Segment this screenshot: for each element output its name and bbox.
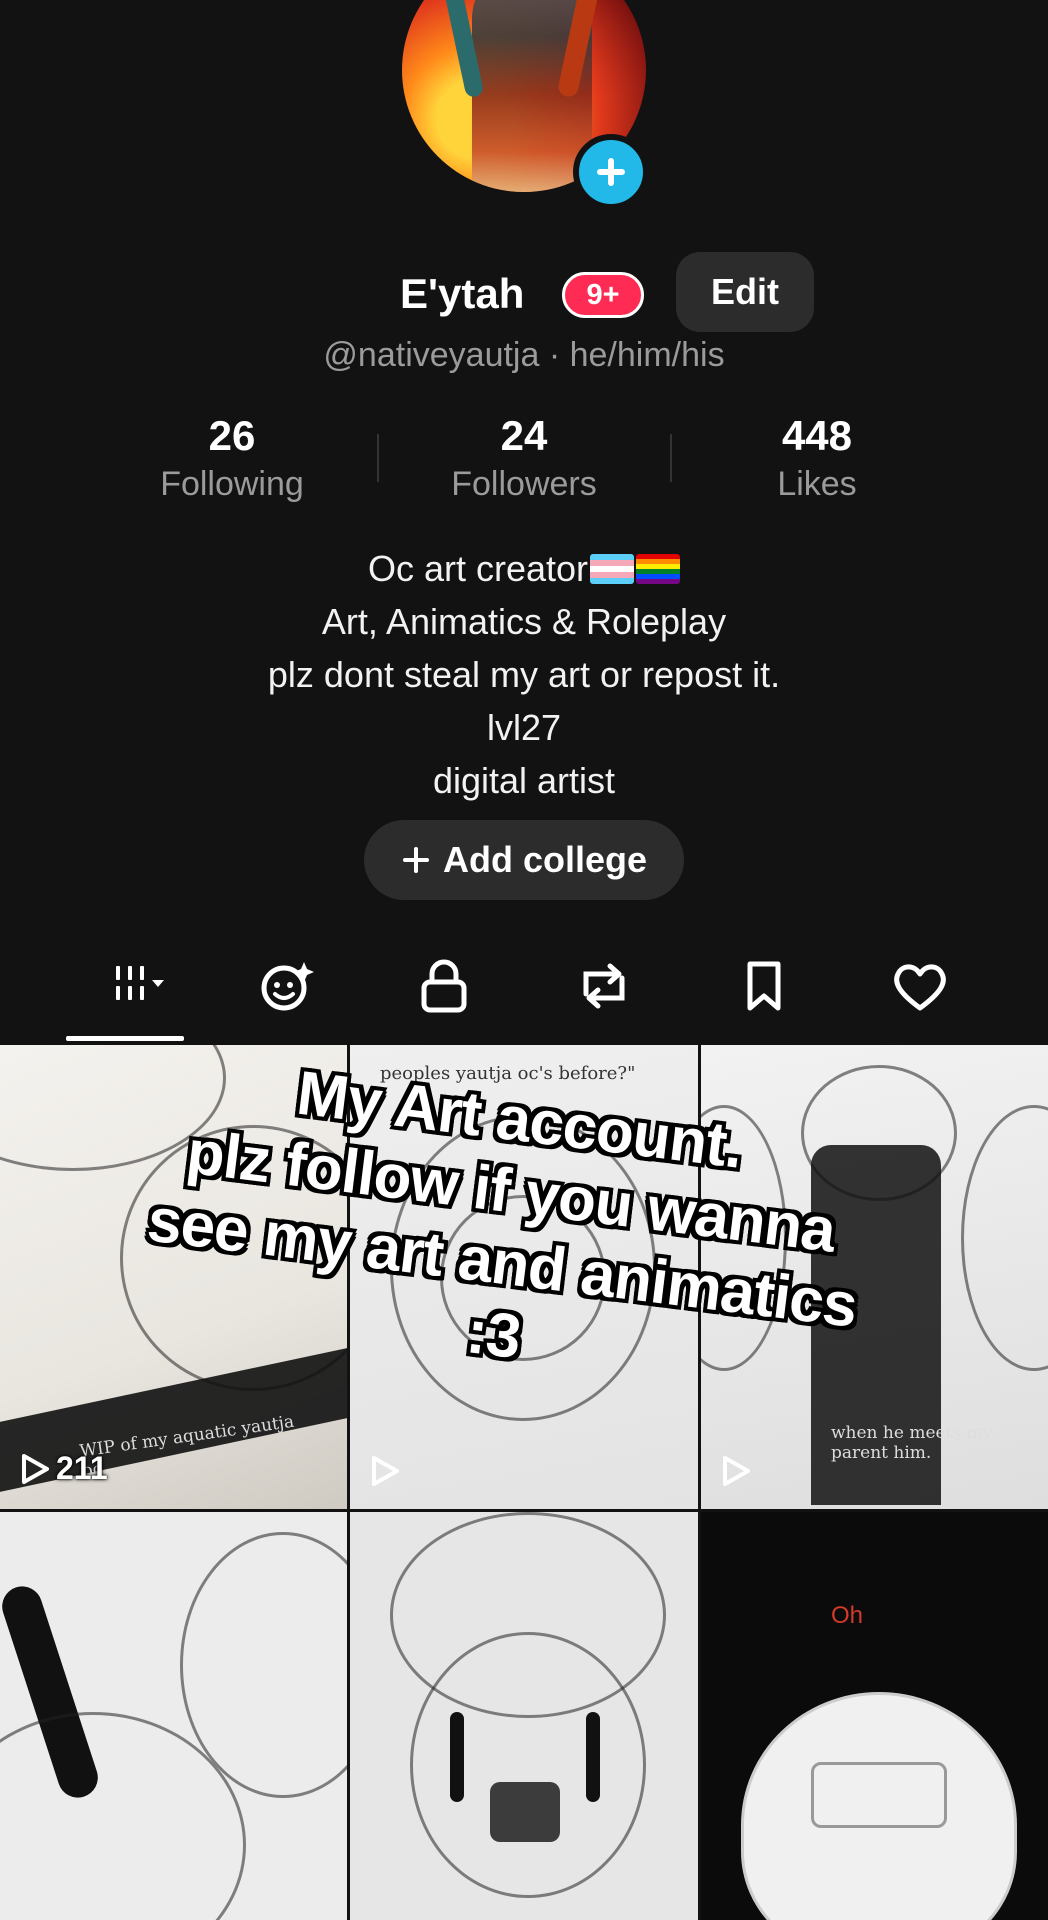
videos-grid-icon (116, 966, 164, 1000)
view-count (370, 1455, 400, 1487)
tab-liked[interactable] (870, 940, 970, 1032)
bio-line: digital artist (432, 760, 616, 801)
view-count-value: 211 (56, 1450, 108, 1486)
face-sparkle-icon (261, 962, 314, 1011)
plus-icon (402, 847, 429, 873)
video-thumbnail[interactable] (350, 1512, 698, 1920)
bio-line: Art, Animatics & Roleplay (321, 601, 727, 642)
play-icon (22, 1453, 49, 1484)
view-count (721, 1455, 751, 1487)
stat-value: 26 (208, 412, 256, 459)
stat-following[interactable]: 26 Following (112, 410, 352, 506)
stat-label: Following (160, 465, 304, 503)
bio-text: Oc art creator (367, 548, 589, 589)
bio-line: Oc art creator (0, 542, 1048, 595)
lock-icon (421, 959, 467, 1013)
bio-line: plz dont steal my art or repost it. (267, 654, 781, 695)
sketch-art (490, 1782, 560, 1842)
repost-icon (583, 963, 625, 1009)
video-caption: Oh (831, 1602, 864, 1629)
plus-icon (597, 158, 625, 186)
bookmark-icon (747, 961, 781, 1011)
video-thumbnail[interactable]: Oh (701, 1512, 1048, 1920)
stat-value: 448 (781, 412, 853, 459)
tab-posts[interactable] (236, 940, 336, 1032)
sketch-art (450, 1712, 464, 1802)
play-icon (372, 1456, 399, 1486)
sketch-art (586, 1712, 600, 1802)
video-thumbnail[interactable] (0, 1512, 347, 1920)
notification-badge[interactable]: 9+ (562, 272, 644, 318)
stat-label: Likes (777, 465, 857, 503)
stat-followers[interactable]: 24 Followers (404, 410, 644, 506)
trans-flag-icon (590, 554, 635, 584)
profile-name: E'ytah (400, 270, 525, 317)
edit-profile-button[interactable]: Edit (676, 252, 814, 332)
stat-value: 24 (500, 412, 548, 459)
tab-favorites[interactable] (714, 940, 814, 1032)
tab-videos[interactable] (86, 940, 186, 1032)
profile-header: E'ytah 9+ Edit @nativeyautja · he/him/hi… (0, 0, 1048, 1045)
view-count: 211 (20, 1450, 108, 1487)
stat-divider (377, 434, 379, 482)
stat-divider (670, 434, 672, 482)
play-icon (723, 1456, 750, 1486)
heart-icon (894, 964, 946, 1011)
bio-line: lvl27 (486, 707, 562, 748)
profile-handle: @nativeyautja · he/him/his (323, 336, 725, 374)
add-college-label: Add college (442, 839, 648, 880)
pride-flag-icon (636, 554, 681, 584)
stat-likes[interactable]: 448 Likes (697, 410, 937, 506)
add-college-button[interactable]: Add college (364, 820, 684, 900)
add-avatar-button[interactable] (573, 134, 649, 210)
sketch-art (410, 1632, 646, 1898)
sketch-art (811, 1762, 947, 1828)
tab-private[interactable] (394, 940, 494, 1032)
profile-tabs (0, 940, 1048, 1040)
tab-reposts[interactable] (554, 940, 654, 1032)
stat-label: Followers (451, 465, 597, 503)
profile-bio: Oc art creator Art, Animatics & Roleplay… (0, 542, 1048, 807)
